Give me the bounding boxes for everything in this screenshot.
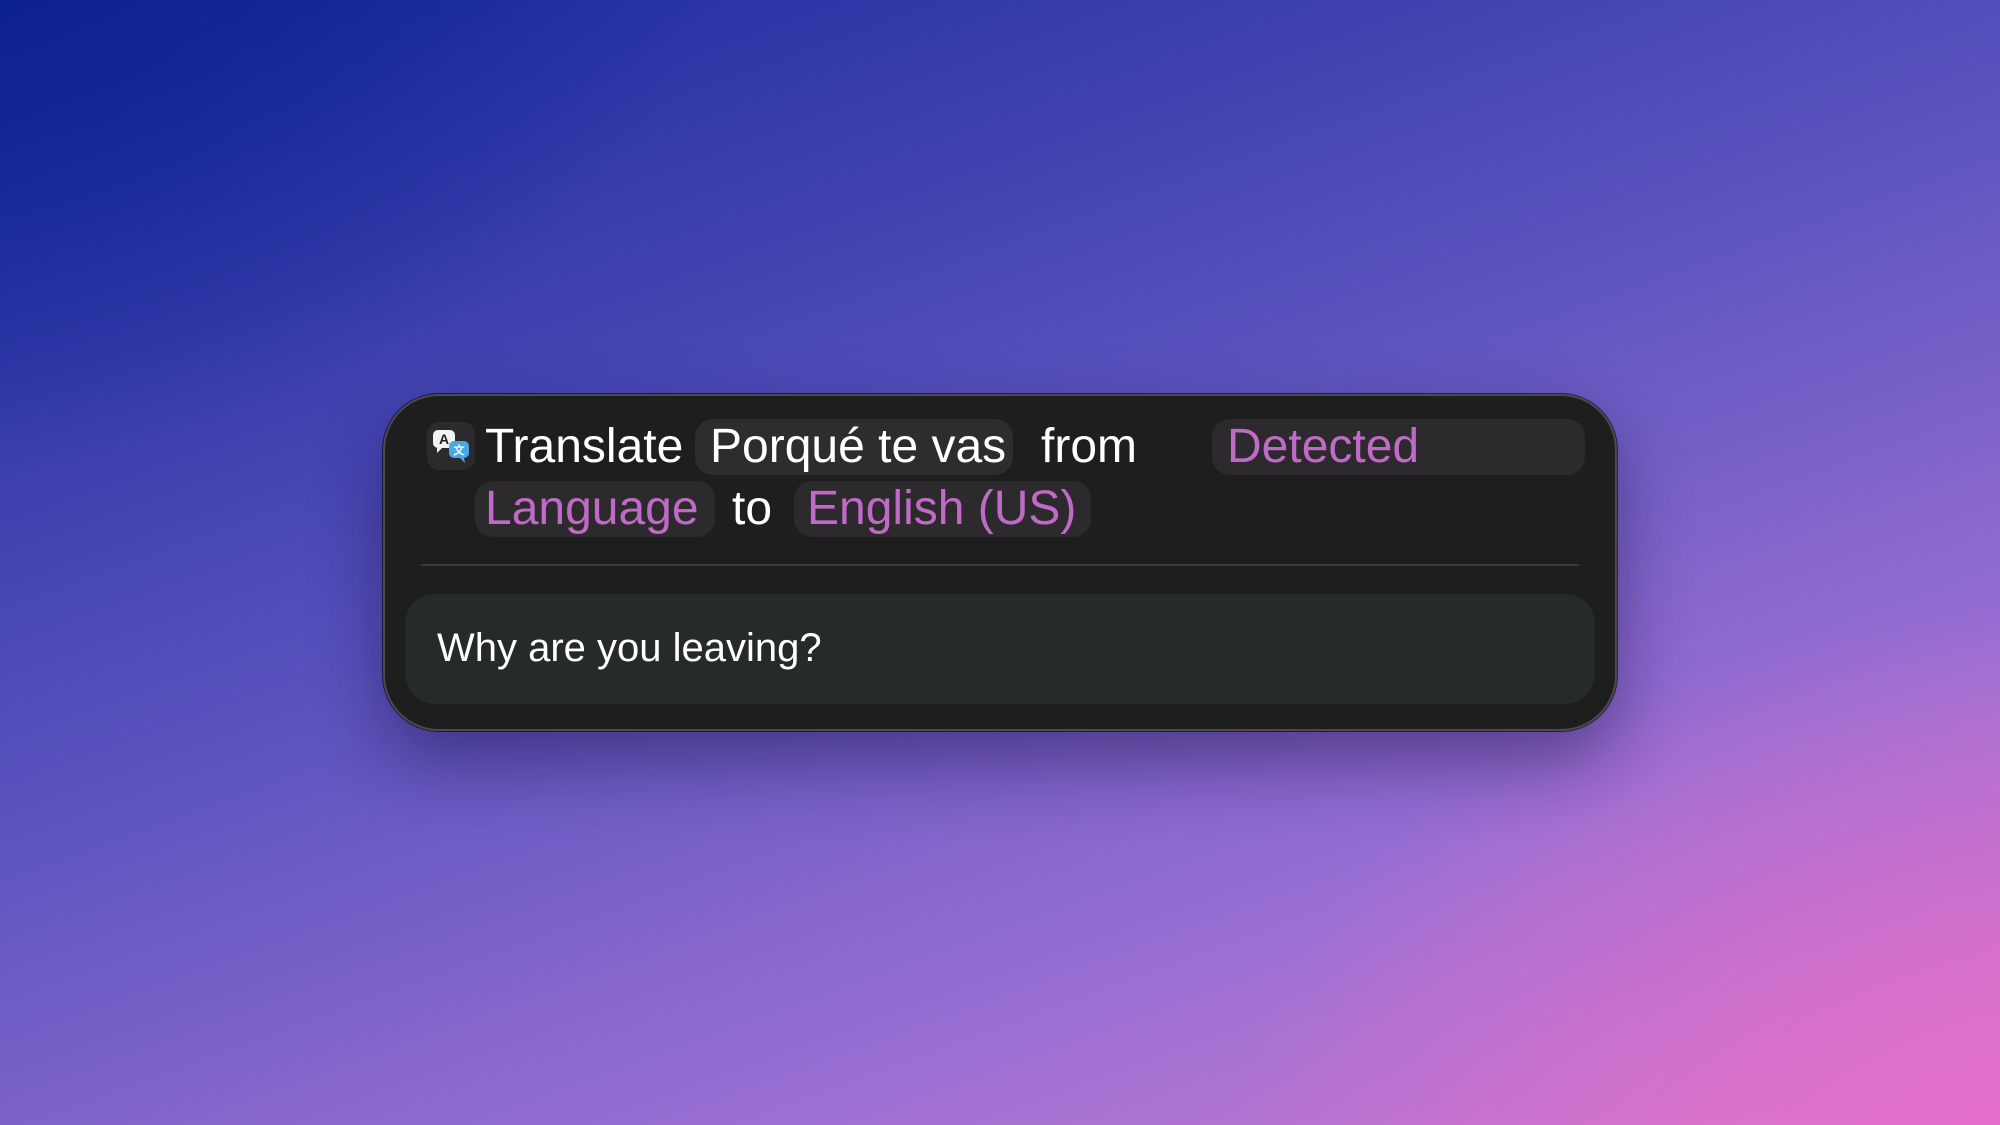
translation-result[interactable]: Why are you leaving? bbox=[405, 594, 1595, 704]
input-text-label: Porqué te vas bbox=[710, 420, 1007, 473]
translation-result-text: Why are you leaving? bbox=[437, 626, 822, 670]
target-language-label: English (US) bbox=[807, 482, 1077, 535]
translate-action-card: A 文 Translate Porqué te vas from Detecte… bbox=[383, 394, 1617, 731]
source-language-label-line1: Detected bbox=[1227, 420, 1420, 473]
to-word: to bbox=[732, 482, 773, 535]
svg-text:A: A bbox=[439, 431, 449, 447]
from-word: from bbox=[1041, 420, 1137, 473]
translate-verb: Translate bbox=[485, 420, 684, 473]
source-language-label-line2: Language bbox=[485, 482, 699, 535]
translate-icon: A 文 bbox=[427, 422, 475, 470]
svg-text:文: 文 bbox=[454, 443, 466, 457]
divider bbox=[421, 564, 1579, 566]
